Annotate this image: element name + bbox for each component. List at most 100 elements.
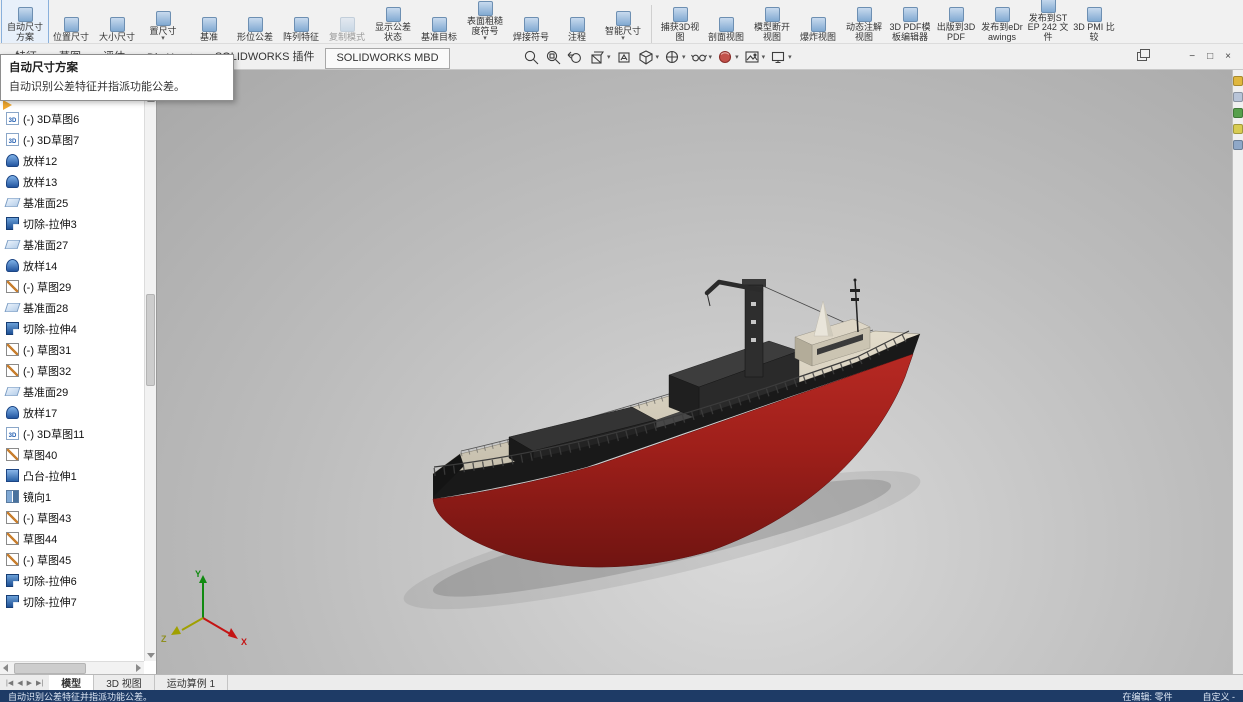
ribbon-button[interactable]: 位置尺寸	[48, 0, 94, 43]
ribbon-button-icon	[431, 16, 447, 32]
status-custom[interactable]: 自定义 -	[1203, 690, 1236, 702]
section-view-icon[interactable]: ▾	[588, 47, 612, 67]
loft-icon	[6, 259, 19, 272]
tree-item[interactable]: (-) 3D草图6	[0, 108, 144, 129]
last-tab-icon[interactable]: ▶|	[36, 679, 43, 687]
graphics-viewport[interactable]: Y X Z	[157, 70, 1232, 674]
display-style-icon[interactable]: ▾	[663, 47, 687, 67]
scrollbar-thumb[interactable]	[146, 294, 155, 386]
tree-item[interactable]: 切除-拉伸3	[0, 213, 144, 234]
view-palette-icon[interactable]	[1233, 124, 1243, 134]
ribbon-button[interactable]: 表面粗糙度符号 ▾	[462, 0, 508, 43]
scroll-down-icon[interactable]	[147, 653, 155, 658]
ribbon-button[interactable]: 出版到3D PDF	[933, 0, 979, 43]
ribbon-button[interactable]: 自动尺寸方案	[1, 0, 49, 43]
zoom-area-icon[interactable]	[544, 47, 563, 67]
tree-item[interactable]: 基准面29	[0, 381, 144, 402]
ribbon-button[interactable]: 注程	[554, 0, 600, 43]
ribbon-button-icon	[764, 7, 780, 22]
previous-view-icon[interactable]	[566, 47, 585, 67]
ribbon-button-icon	[477, 1, 493, 16]
ribbon-button-icon	[856, 7, 872, 22]
ribbon-button[interactable]: 显示公差状态	[370, 0, 416, 43]
tree-item[interactable]: 草图40	[0, 444, 144, 465]
ribbon-button[interactable]: 复制模式	[324, 0, 370, 43]
tree-item[interactable]: 切除-拉伸7	[0, 591, 144, 612]
tree-item[interactable]: 镜向1	[0, 486, 144, 507]
tree-item[interactable]: (-) 草图29	[0, 276, 144, 297]
scroll-left-icon[interactable]	[3, 664, 8, 672]
ribbon-button[interactable]: 置尺寸 ▾	[140, 0, 186, 43]
ribbon-button[interactable]: 焊接符号	[508, 0, 554, 43]
tree-horizontal-scrollbar[interactable]	[0, 661, 144, 674]
tree-item[interactable]: 放样12	[0, 150, 144, 171]
zoom-fit-icon[interactable]	[522, 47, 541, 67]
tree-item[interactable]: 凸台-拉伸1	[0, 465, 144, 486]
tree-item[interactable]: 草图44	[0, 528, 144, 549]
hide-show-items-icon[interactable]: ▾	[690, 47, 714, 67]
ribbon-button[interactable]: 动态注解视图	[841, 0, 887, 43]
tree-item[interactable]: 基准面25	[0, 192, 144, 213]
ribbon-button[interactable]: 模型断开视图	[749, 0, 795, 43]
tree-item[interactable]: 基准面28	[0, 297, 144, 318]
ribbon-button[interactable]: 剖面视图	[703, 0, 749, 43]
ribbon-button[interactable]: 发布到STEP 242 文件	[1025, 0, 1071, 43]
ribbon-button[interactable]: 捕获3D视图	[657, 0, 703, 43]
tree-item[interactable]: (-) 3D草图7	[0, 129, 144, 150]
ribbon-button[interactable]: 3D PMI 比较	[1071, 0, 1117, 43]
tree-item[interactable]: 基准面27	[0, 234, 144, 255]
next-tab-icon[interactable]: ▶	[27, 679, 32, 687]
cascade-windows-icon[interactable]	[1137, 49, 1151, 61]
ribbon-button[interactable]: 智能尺寸 ▾	[600, 0, 646, 43]
tree-vertical-scrollbar[interactable]	[144, 94, 156, 661]
tree-item[interactable]: (-) 草图43	[0, 507, 144, 528]
apply-scene-icon[interactable]: ▾	[743, 47, 767, 67]
bottom-tab-1[interactable]: 3D 视图	[94, 675, 155, 690]
first-tab-icon[interactable]: |◀	[6, 679, 13, 687]
loft-icon	[6, 154, 19, 167]
bottom-tab-2[interactable]: 运动算例 1	[155, 675, 229, 690]
tree-item[interactable]: 切除-拉伸4	[0, 318, 144, 339]
loft-icon	[6, 406, 19, 419]
scroll-right-icon[interactable]	[136, 664, 141, 672]
prev-tab-icon[interactable]: ◀	[17, 679, 22, 687]
ribbon-button[interactable]: 基准目标	[416, 0, 462, 43]
tree-item[interactable]: (-) 草图45	[0, 549, 144, 570]
appearances-icon[interactable]	[1233, 140, 1243, 150]
ship-cone	[813, 300, 834, 337]
design-library-icon[interactable]	[1233, 92, 1243, 102]
tree-item[interactable]: 切除-拉伸6	[0, 570, 144, 591]
orientation-triad: Y X Z	[161, 569, 247, 647]
tree-item[interactable]: (-) 草图32	[0, 360, 144, 381]
tree-item[interactable]: (-) 草图31	[0, 339, 144, 360]
ribbon-button[interactable]: 大小尺寸	[94, 0, 140, 43]
resources-icon[interactable]	[1233, 76, 1243, 86]
sketch3d-icon	[6, 112, 19, 125]
view-settings-icon[interactable]: ▾	[769, 47, 793, 67]
ribbon-button[interactable]: 基准	[186, 0, 232, 43]
ribbon-buttons: 自动尺寸方案 位置尺寸 大小尺寸 置尺寸 ▾ 基准 形位公差 阵列特征 复制模式 显示公差状态 基准…	[1, 0, 1117, 43]
viewport-canvas[interactable]: Y X Z	[157, 70, 1232, 674]
ribbon-button[interactable]: 发布到eDrawings	[979, 0, 1025, 43]
tree-item[interactable]: 放样17	[0, 402, 144, 423]
ribbon-button[interactable]: 形位公差	[232, 0, 278, 43]
dynamic-annotation-views-icon[interactable]	[615, 47, 634, 67]
view-orientation-icon[interactable]: ▾	[637, 47, 661, 67]
tree-item[interactable]: 放样13	[0, 171, 144, 192]
ribbon-button[interactable]: 爆炸视图	[795, 0, 841, 43]
tooltip: 自动尺寸方案 自动识别公差特征并指派功能公差。	[0, 54, 234, 101]
close-window-icon[interactable]: ×	[1225, 50, 1231, 64]
tree-item[interactable]: (-) 3D草图11	[0, 423, 144, 444]
restore-window-icon[interactable]: □	[1207, 50, 1213, 64]
ribbon-button[interactable]: 3D PDF模板编辑器	[887, 0, 933, 43]
bottom-tab-0[interactable]: 模型	[49, 675, 95, 690]
tree-item[interactable]: 放样14	[0, 255, 144, 276]
plane-icon	[4, 239, 21, 250]
file-explorer-icon[interactable]	[1233, 108, 1243, 118]
tab-5[interactable]: SOLIDWORKS MBD	[325, 48, 450, 69]
edit-appearance-icon[interactable]: ▾	[716, 47, 740, 67]
scrollbar-thumb[interactable]	[14, 663, 86, 674]
ribbon-button[interactable]: 阵列特征	[278, 0, 324, 43]
ribbon-button-icon	[247, 16, 263, 32]
minimize-window-icon[interactable]: −	[1189, 50, 1195, 64]
